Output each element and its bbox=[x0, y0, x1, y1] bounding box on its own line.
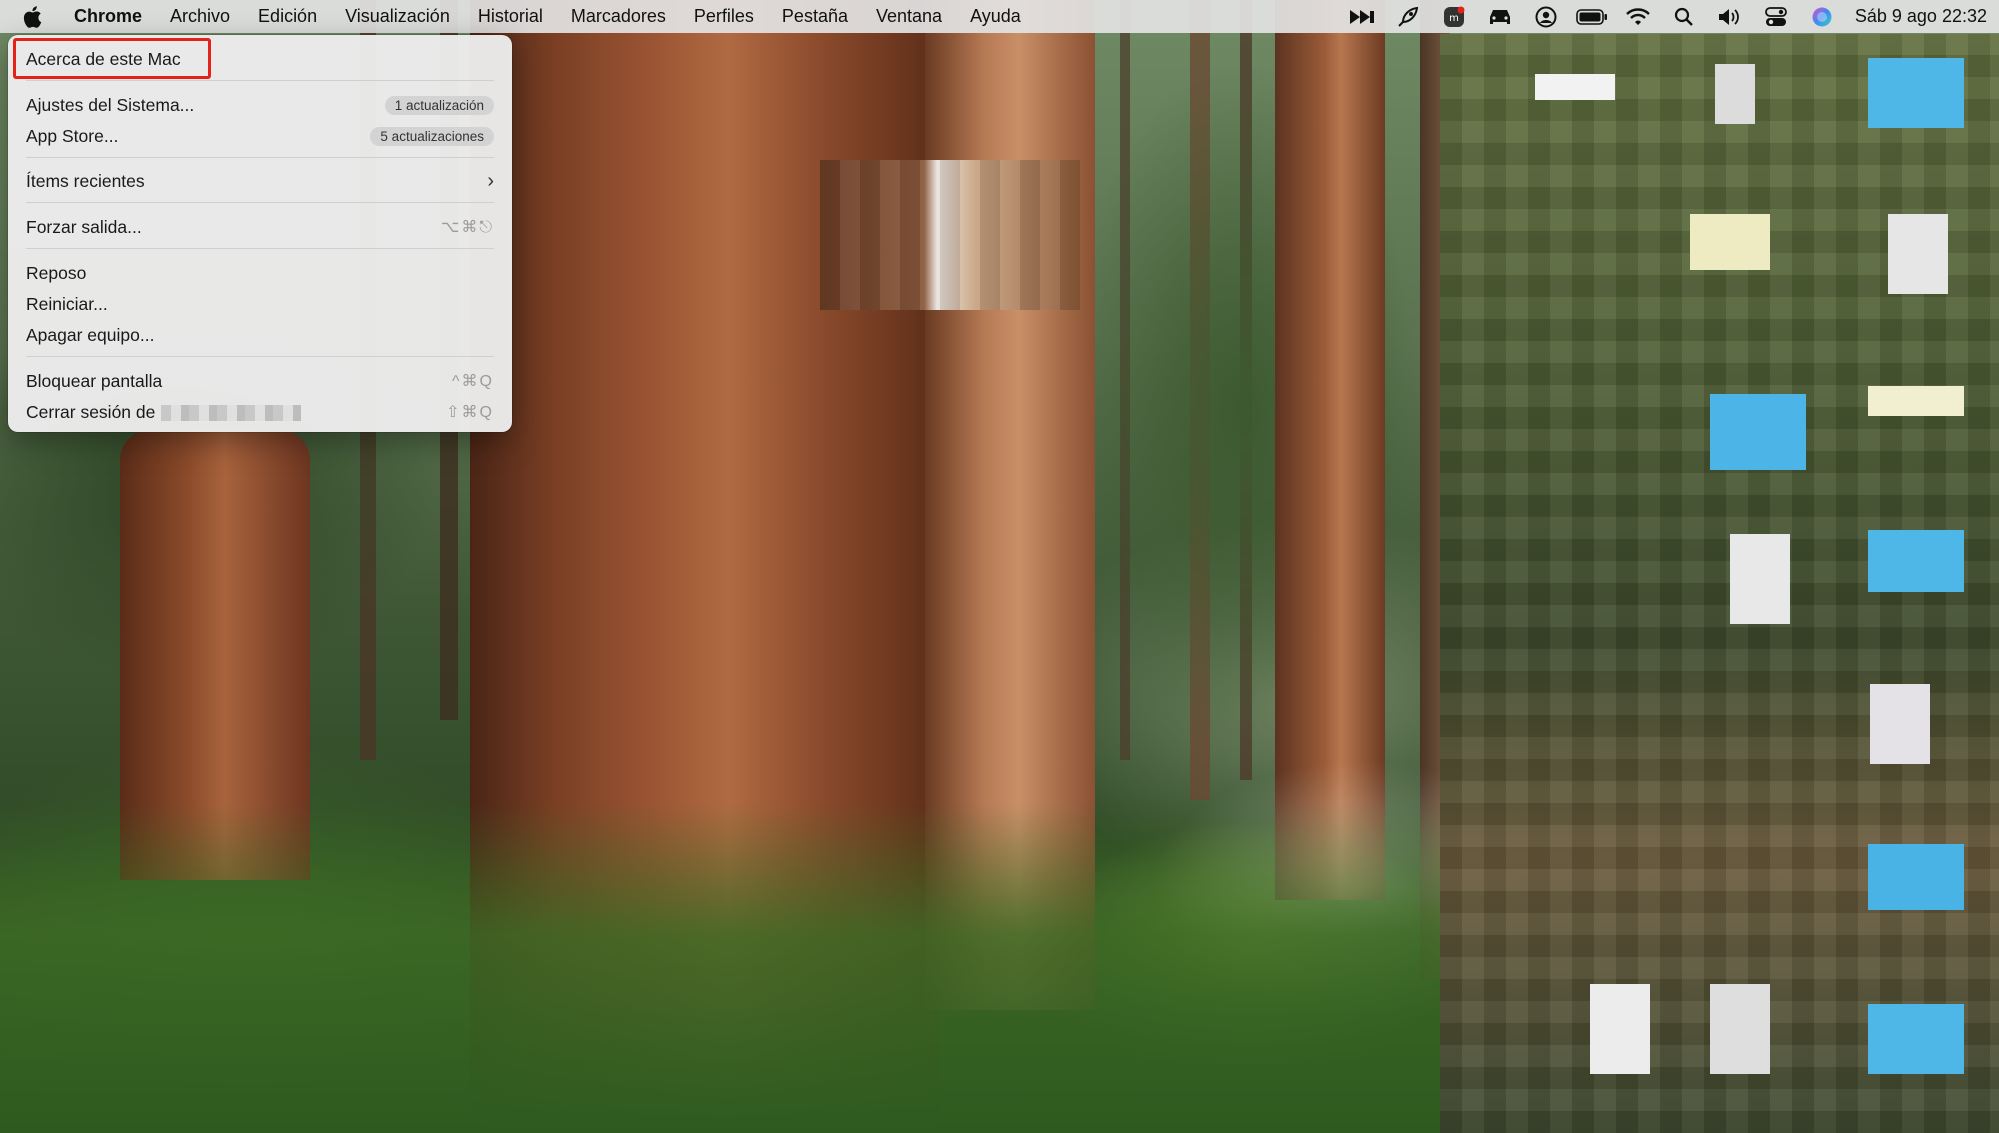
menu-separator bbox=[26, 248, 494, 249]
app-badge-icon[interactable]: m bbox=[1431, 0, 1477, 33]
menu-ayuda[interactable]: Ayuda bbox=[956, 0, 1035, 33]
keyboard-shortcut: ⌥⌘⎋ bbox=[440, 219, 494, 236]
blurred-icon bbox=[1730, 534, 1790, 624]
apple-logo-glyph bbox=[23, 5, 42, 28]
blurred-icon bbox=[1590, 984, 1650, 1074]
battery-icon[interactable] bbox=[1569, 0, 1615, 33]
redacted-username bbox=[161, 404, 302, 421]
blurred-icon bbox=[1868, 1004, 1964, 1074]
menu-item-force-quit[interactable]: Forzar salida... ⌥⌘⎋ bbox=[26, 212, 494, 242]
menu-archivo[interactable]: Archivo bbox=[156, 0, 244, 33]
menu-item-recent-items[interactable]: Ítems recientes › bbox=[26, 166, 494, 196]
blurred-icon bbox=[1690, 214, 1770, 270]
wifi-icon[interactable] bbox=[1615, 0, 1661, 33]
blurred-icon bbox=[1535, 74, 1615, 100]
chevron-right-icon: › bbox=[487, 169, 494, 192]
blurred-icon bbox=[1868, 844, 1964, 910]
menu-item-label: Reiniciar... bbox=[26, 293, 108, 314]
forward-arrows-icon[interactable] bbox=[1339, 0, 1385, 33]
menu-marcadores[interactable]: Marcadores bbox=[557, 0, 680, 33]
car-icon[interactable] bbox=[1477, 0, 1523, 33]
redacted-desktop-icons bbox=[1440, 34, 1999, 1133]
update-badge: 5 actualizaciones bbox=[370, 126, 494, 146]
blurred-icon bbox=[1710, 394, 1806, 470]
siri-icon[interactable] bbox=[1799, 0, 1845, 33]
menu-item-label: Reposo bbox=[26, 262, 87, 283]
menubar-clock[interactable]: Sáb 9 ago 22:32 bbox=[1845, 6, 1987, 27]
blurred-icon bbox=[1715, 64, 1755, 124]
menu-bar: Chrome Archivo Edición Visualización His… bbox=[0, 0, 1999, 33]
menu-item-restart[interactable]: Reiniciar... bbox=[26, 289, 494, 319]
control-center-icon[interactable] bbox=[1753, 0, 1799, 33]
menu-separator bbox=[26, 80, 494, 81]
blurred-icon bbox=[1868, 58, 1964, 128]
user-circle-icon[interactable] bbox=[1523, 0, 1569, 33]
blurred-icon bbox=[1870, 684, 1930, 764]
update-badge: 1 actualización bbox=[384, 95, 494, 115]
menu-separator bbox=[26, 356, 494, 357]
volume-icon[interactable] bbox=[1707, 0, 1753, 33]
menu-item-label: App Store... bbox=[26, 125, 119, 146]
menu-separator bbox=[26, 157, 494, 158]
menu-item-label: Apagar equipo... bbox=[26, 324, 155, 345]
status-area: m Sáb 9 ago 22:32 bbox=[1339, 0, 1987, 33]
menu-item-system-settings[interactable]: Ajustes del Sistema... 1 actualización bbox=[26, 90, 494, 120]
blurred-icon bbox=[1888, 214, 1948, 294]
blurred-icon bbox=[1868, 530, 1964, 592]
redacted-region bbox=[820, 160, 1080, 310]
menu-item-shutdown[interactable]: Apagar equipo... bbox=[26, 320, 494, 350]
blurred-icon bbox=[1868, 386, 1964, 416]
apple-icon[interactable] bbox=[0, 0, 64, 33]
menu-perfiles[interactable]: Perfiles bbox=[680, 0, 768, 33]
keyboard-shortcut: ⇧⌘Q bbox=[446, 404, 494, 421]
menu-visualizacion[interactable]: Visualización bbox=[331, 0, 464, 33]
menu-item-label: Cerrar sesión de bbox=[26, 401, 302, 423]
menu-item-label: Ítems recientes bbox=[26, 170, 145, 191]
keyboard-shortcut: ^⌘Q bbox=[452, 373, 494, 390]
menu-item-label: Forzar salida... bbox=[26, 216, 142, 237]
menu-item-log-out[interactable]: Cerrar sesión de ⇧⌘Q bbox=[26, 397, 494, 427]
log-out-label-text: Cerrar sesión de bbox=[26, 401, 156, 422]
menu-item-about-this-mac[interactable]: Acerca de este Mac bbox=[26, 44, 494, 74]
search-icon[interactable] bbox=[1661, 0, 1707, 33]
blurred-icon bbox=[1710, 984, 1770, 1074]
menu-ventana[interactable]: Ventana bbox=[862, 0, 956, 33]
menu-app-chrome[interactable]: Chrome bbox=[64, 0, 156, 33]
menu-item-lock-screen[interactable]: Bloquear pantalla ^⌘Q bbox=[26, 366, 494, 396]
menu-historial[interactable]: Historial bbox=[464, 0, 557, 33]
menu-item-label: Acerca de este Mac bbox=[26, 48, 181, 69]
menu-separator bbox=[26, 202, 494, 203]
apple-menu: Acerca de este Mac Ajustes del Sistema..… bbox=[8, 35, 512, 432]
menu-edicion[interactable]: Edición bbox=[244, 0, 331, 33]
rocket-icon[interactable] bbox=[1385, 0, 1431, 33]
menu-item-label: Bloquear pantalla bbox=[26, 370, 163, 391]
menu-item-sleep[interactable]: Reposo bbox=[26, 258, 494, 288]
menu-item-app-store[interactable]: App Store... 5 actualizaciones bbox=[26, 121, 494, 151]
menu-pestana[interactable]: Pestaña bbox=[768, 0, 862, 33]
menu-item-label: Ajustes del Sistema... bbox=[26, 94, 195, 115]
svg-text:m: m bbox=[1449, 13, 1459, 24]
